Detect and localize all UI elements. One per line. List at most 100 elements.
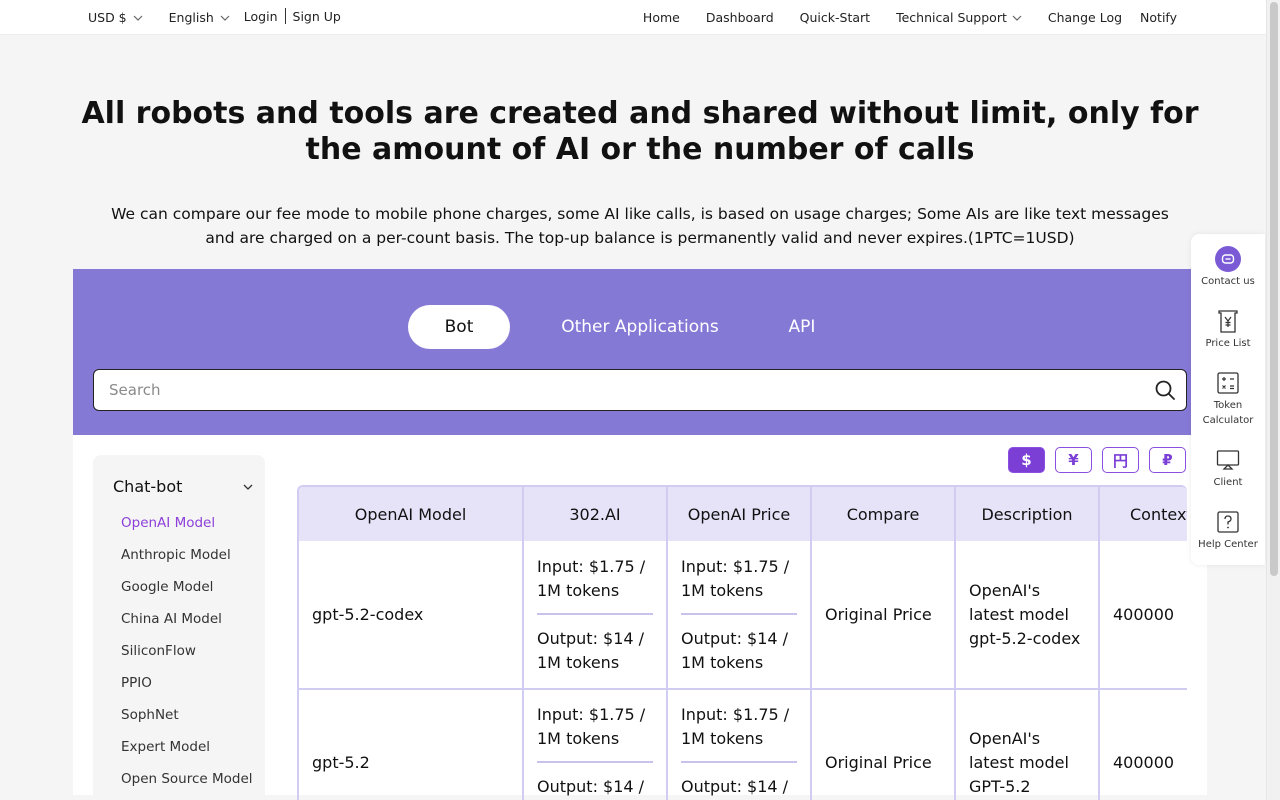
chevron-down-icon xyxy=(1012,13,1022,23)
openai-price-cell: Input: $1.75 / 1M tokens Output: $14 / 1… xyxy=(667,541,812,690)
help-center-button[interactable]: Help Center xyxy=(1191,509,1265,552)
page-title: All robots and tools are created and sha… xyxy=(81,96,1199,167)
scrollbar-thumb[interactable] xyxy=(1270,2,1278,576)
sidebar-item-openai[interactable]: OpenAI Model xyxy=(121,511,261,543)
currency-rub-button[interactable]: ₽ xyxy=(1149,447,1186,473)
compare-cell: Original Price xyxy=(811,541,956,690)
token-calculator-label: Token Calculator xyxy=(1202,400,1254,426)
input-price: Input: $1.75 / 1M tokens xyxy=(537,703,653,763)
nav-technical-support[interactable]: Technical Support xyxy=(896,10,1022,25)
contact-us-button[interactable]: Contact us xyxy=(1191,246,1265,289)
sidebar-item-sophnet[interactable]: SophNet xyxy=(121,703,261,735)
model-name-cell: gpt-5.2-codex xyxy=(299,541,524,690)
price-list-button[interactable]: Price List xyxy=(1191,308,1265,351)
help-center-label: Help Center xyxy=(1198,539,1258,550)
sidebar-item-google[interactable]: Google Model xyxy=(121,575,261,607)
description-cell: OpenAI's latest model gpt-5.2-codex xyxy=(955,541,1100,690)
sidebar-item-china-ai[interactable]: China AI Model xyxy=(121,607,261,639)
language-select[interactable]: English xyxy=(169,10,230,25)
output-price: Output: $14 / 1M tokens xyxy=(681,628,789,672)
sidebar-item-siliconflow[interactable]: SiliconFlow xyxy=(121,639,261,671)
column-header-model: OpenAI Model xyxy=(299,487,524,541)
client-label: Client xyxy=(1213,477,1243,488)
pricing-table-container: OpenAI Model 302.AI OpenAI Price Compare… xyxy=(297,485,1187,800)
currency-switcher: $ ¥ 円 ₽ xyxy=(1008,447,1186,473)
currency-jpy-button[interactable]: 円 xyxy=(1102,447,1139,473)
table-row: gpt-5.2-codex Input: $1.75 / 1M tokens O… xyxy=(299,541,1187,690)
nav-technical-support-label: Technical Support xyxy=(896,10,1007,25)
contact-us-label: Contact us xyxy=(1201,276,1255,287)
nav-notify[interactable]: Notify xyxy=(1140,10,1177,25)
chat-icon xyxy=(1215,246,1241,272)
input-price: Input: $1.75 / 1M tokens xyxy=(681,703,797,763)
sidebar-item-expert[interactable]: Expert Model xyxy=(121,735,261,767)
page-scrollbar[interactable] xyxy=(1266,0,1280,800)
sidebar-item-anthropic[interactable]: Anthropic Model xyxy=(121,543,261,575)
sidebar-header[interactable]: Chat-bot xyxy=(113,477,253,496)
chevron-down-icon xyxy=(243,482,253,492)
tab-api[interactable]: API xyxy=(770,305,834,349)
302ai-price-cell: Input: $1.75 / 1M tokens Output: $14 / 1… xyxy=(523,689,668,800)
language-select-label: English xyxy=(168,10,214,25)
context-cell: 400000 xyxy=(1099,689,1187,800)
model-sidebar: Chat-bot OpenAI Model Anthropic Model Go… xyxy=(93,455,265,800)
input-price: Input: $1.75 / 1M tokens xyxy=(537,555,653,615)
help-icon xyxy=(1217,511,1239,533)
client-button[interactable]: Client xyxy=(1191,447,1265,490)
openai-price-cell: Input: $1.75 / 1M tokens Output: $14 / 1… xyxy=(667,689,812,800)
context-cell: 400000 xyxy=(1099,541,1187,690)
nav-quick-start[interactable]: Quick-Start xyxy=(800,10,870,25)
sidebar-item-open-source[interactable]: Open Source Model xyxy=(121,767,261,799)
search-input[interactable] xyxy=(94,381,1154,399)
price-list-icon xyxy=(1218,310,1238,333)
column-header-compare: Compare xyxy=(811,487,956,541)
column-header-context-label: Context xyxy=(1130,504,1187,524)
login-link[interactable]: Login xyxy=(244,9,278,24)
main-nav: Home Dashboard Quick-Start Technical Sup… xyxy=(643,0,1177,35)
floating-tool-panel: Contact us Price List Token Calculator C… xyxy=(1191,234,1265,565)
page-subtitle: We can compare our fee mode to mobile ph… xyxy=(111,205,1169,247)
302ai-price-cell: Input: $1.75 / 1M tokens Output: $14 / 1… xyxy=(523,541,668,690)
output-price: Output: $14 / 1M tokens xyxy=(537,628,645,672)
category-tabs: Bot Other Applications API xyxy=(408,305,834,349)
nav-change-log[interactable]: Change Log xyxy=(1048,10,1122,25)
tab-bot[interactable]: Bot xyxy=(408,305,510,349)
currency-usd-button[interactable]: $ xyxy=(1008,447,1045,473)
table-row: gpt-5.2 Input: $1.75 / 1M tokens Output:… xyxy=(299,689,1187,800)
nav-home[interactable]: Home xyxy=(643,10,680,25)
top-bar: USD $ English Login Sign Up Home Dashboa… xyxy=(0,0,1266,35)
chevron-down-icon xyxy=(133,13,143,23)
currency-select-label: USD $ xyxy=(88,10,127,25)
tab-other-applications[interactable]: Other Applications xyxy=(540,305,740,349)
search-bar xyxy=(93,369,1187,411)
monitor-icon xyxy=(1216,450,1240,470)
currency-select[interactable]: USD $ xyxy=(88,10,143,25)
currency-cny-button[interactable]: ¥ xyxy=(1055,447,1092,473)
calculator-icon xyxy=(1217,372,1239,394)
auth-links: Login Sign Up xyxy=(244,8,341,24)
column-header-openai-price: OpenAI Price xyxy=(667,487,812,541)
model-name-cell: gpt-5.2 xyxy=(299,689,524,800)
description-cell: OpenAI's latest model GPT-5.2 xyxy=(955,689,1100,800)
sidebar-item-ppio[interactable]: PPIO xyxy=(121,671,261,703)
column-header-context: Context xyxy=(1099,487,1187,541)
output-price: Output: $14 / 1M tokens xyxy=(537,777,645,796)
input-price: Input: $1.75 / 1M tokens xyxy=(681,555,797,615)
column-header-302ai: 302.AI xyxy=(523,487,668,541)
pricing-table: OpenAI Model 302.AI OpenAI Price Compare… xyxy=(299,487,1187,800)
signup-link[interactable]: Sign Up xyxy=(293,9,341,24)
top-bar-left: USD $ English Login Sign Up xyxy=(88,0,341,35)
output-price: Output: $14 / 1M tokens xyxy=(681,777,789,796)
sidebar-items: OpenAI Model Anthropic Model Google Mode… xyxy=(121,511,261,799)
search-icon[interactable] xyxy=(1154,379,1176,401)
sidebar-title: Chat-bot xyxy=(113,477,183,496)
price-list-label: Price List xyxy=(1205,338,1251,349)
table-header-row: OpenAI Model 302.AI OpenAI Price Compare… xyxy=(299,487,1187,541)
divider xyxy=(284,8,286,24)
token-calculator-button[interactable]: Token Calculator xyxy=(1191,370,1265,428)
category-panel: Bot Other Applications API xyxy=(73,269,1191,435)
compare-cell: Original Price xyxy=(811,689,956,800)
column-header-description: Description xyxy=(955,487,1100,541)
nav-dashboard[interactable]: Dashboard xyxy=(706,10,774,25)
chevron-down-icon xyxy=(220,13,230,23)
